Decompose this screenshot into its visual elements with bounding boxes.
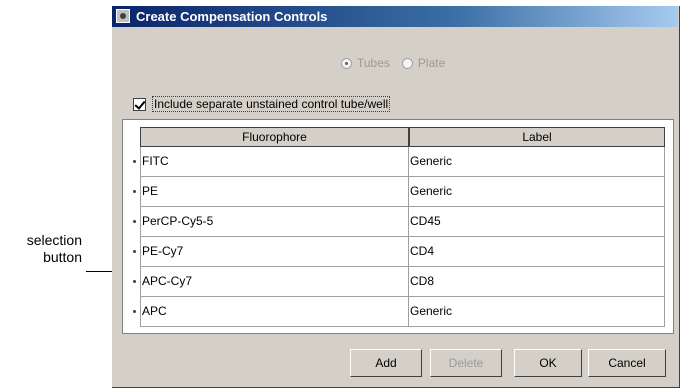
label-cell[interactable]: CD8 xyxy=(409,267,665,297)
mode-radio-group: Tubes Plate xyxy=(341,55,457,71)
plate-radio-label: Plate xyxy=(417,56,446,70)
label-cell[interactable]: CD45 xyxy=(409,207,665,237)
table-row: APC-Cy7 CD8 xyxy=(123,267,673,297)
row-selection-button[interactable] xyxy=(133,220,136,223)
table-row: FITC Generic xyxy=(123,147,673,177)
callout-line1: selection xyxy=(26,232,82,248)
title-bar[interactable]: Create Compensation Controls xyxy=(112,6,678,27)
unstained-control-option: Include separate unstained control tube/… xyxy=(133,96,391,112)
add-button[interactable]: Add xyxy=(350,349,422,377)
row-selection-button[interactable] xyxy=(133,280,136,283)
compensation-dialog: Create Compensation Controls Tubes Plate… xyxy=(112,6,680,388)
row-selection-button[interactable] xyxy=(133,190,136,193)
unstained-checkbox-label[interactable]: Include separate unstained control tube/… xyxy=(152,96,391,112)
table-row: PerCP-Cy5-5 CD45 xyxy=(123,207,673,237)
window-title: Create Compensation Controls xyxy=(136,9,328,24)
ok-button[interactable]: OK xyxy=(514,349,582,377)
table-row: PE Generic xyxy=(123,177,673,207)
fluorophore-cell[interactable]: PE-Cy7 xyxy=(140,237,409,267)
tubes-radio[interactable] xyxy=(341,57,352,69)
row-selection-button[interactable] xyxy=(133,160,136,163)
tubes-radio-label: Tubes xyxy=(357,56,390,70)
label-cell[interactable]: Generic xyxy=(409,297,665,327)
fluorophore-cell[interactable]: APC-Cy7 xyxy=(140,267,409,297)
label-cell[interactable]: Generic xyxy=(409,177,665,207)
label-column-header[interactable]: Label xyxy=(409,127,665,147)
label-cell[interactable]: Generic xyxy=(409,147,665,177)
plate-radio[interactable] xyxy=(401,57,413,69)
fluorophore-column-header[interactable]: Fluorophore xyxy=(140,127,409,147)
table-row: PE-Cy7 CD4 xyxy=(123,237,673,267)
selection-button-callout: selection button xyxy=(20,232,82,266)
delete-button[interactable]: Delete xyxy=(430,349,502,377)
callout-line2: button xyxy=(43,249,82,265)
fluorophore-cell[interactable]: FITC xyxy=(140,147,409,177)
row-selection-button[interactable] xyxy=(133,250,136,253)
unstained-checkbox[interactable] xyxy=(133,97,146,111)
cancel-button[interactable]: Cancel xyxy=(588,349,666,377)
fluorophore-cell[interactable]: APC xyxy=(140,297,409,327)
label-cell[interactable]: CD4 xyxy=(409,237,665,267)
app-icon xyxy=(116,9,130,23)
controls-table: Fluorophore Label FITC Generic PE Generi… xyxy=(122,119,674,334)
table-row: APC Generic xyxy=(123,297,673,327)
fluorophore-cell[interactable]: PerCP-Cy5-5 xyxy=(140,207,409,237)
fluorophore-cell[interactable]: PE xyxy=(140,177,409,207)
row-selection-button[interactable] xyxy=(133,310,136,313)
